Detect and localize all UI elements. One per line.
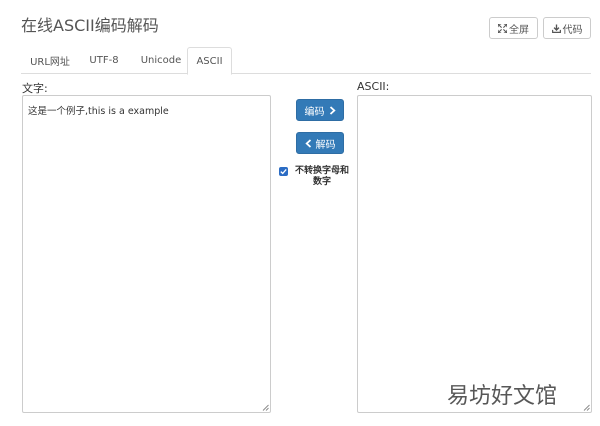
code-label: 代码 xyxy=(562,24,583,36)
encode-label: 编码 xyxy=(304,106,325,118)
resize-grip-icon[interactable] xyxy=(262,404,269,411)
keep-alnum-checkbox[interactable] xyxy=(279,167,288,176)
ascii-output[interactable] xyxy=(357,95,592,413)
text-input[interactable]: 这是一个例子,this is a example xyxy=(22,95,271,413)
decode-label: 解码 xyxy=(315,139,336,151)
chevron-right-icon xyxy=(329,105,336,115)
decode-button[interactable]: 解码 xyxy=(296,132,344,154)
tab-url[interactable]: URL网址 xyxy=(21,47,79,74)
page-title: 在线ASCII编码解码 xyxy=(21,16,159,35)
checkmark-icon xyxy=(280,168,287,175)
code-button[interactable]: 代码 xyxy=(543,17,591,39)
tab-utf8[interactable]: UTF-8 xyxy=(79,47,129,74)
chevron-left-icon xyxy=(304,138,311,148)
input-label: 文字: xyxy=(22,82,48,95)
fullscreen-button[interactable]: 全屏 xyxy=(489,17,538,39)
resize-grip-icon[interactable] xyxy=(583,404,590,411)
watermark: 易坊好文馆 xyxy=(447,384,558,409)
encode-button[interactable]: 编码 xyxy=(296,99,344,121)
fullscreen-label: 全屏 xyxy=(509,24,529,36)
encoding-tabs: URL网址 UTF-8 Unicode ASCII xyxy=(21,47,591,75)
keep-alnum-option[interactable]: 不转换字母和数字 xyxy=(279,166,351,188)
tab-ascii[interactable]: ASCII xyxy=(187,47,232,75)
keep-alnum-label: 不转换字母和数字 xyxy=(294,166,349,187)
download-icon xyxy=(551,23,561,33)
expand-icon xyxy=(498,23,507,33)
tab-unicode[interactable]: Unicode xyxy=(129,47,193,74)
output-label: ASCII: xyxy=(357,80,390,93)
